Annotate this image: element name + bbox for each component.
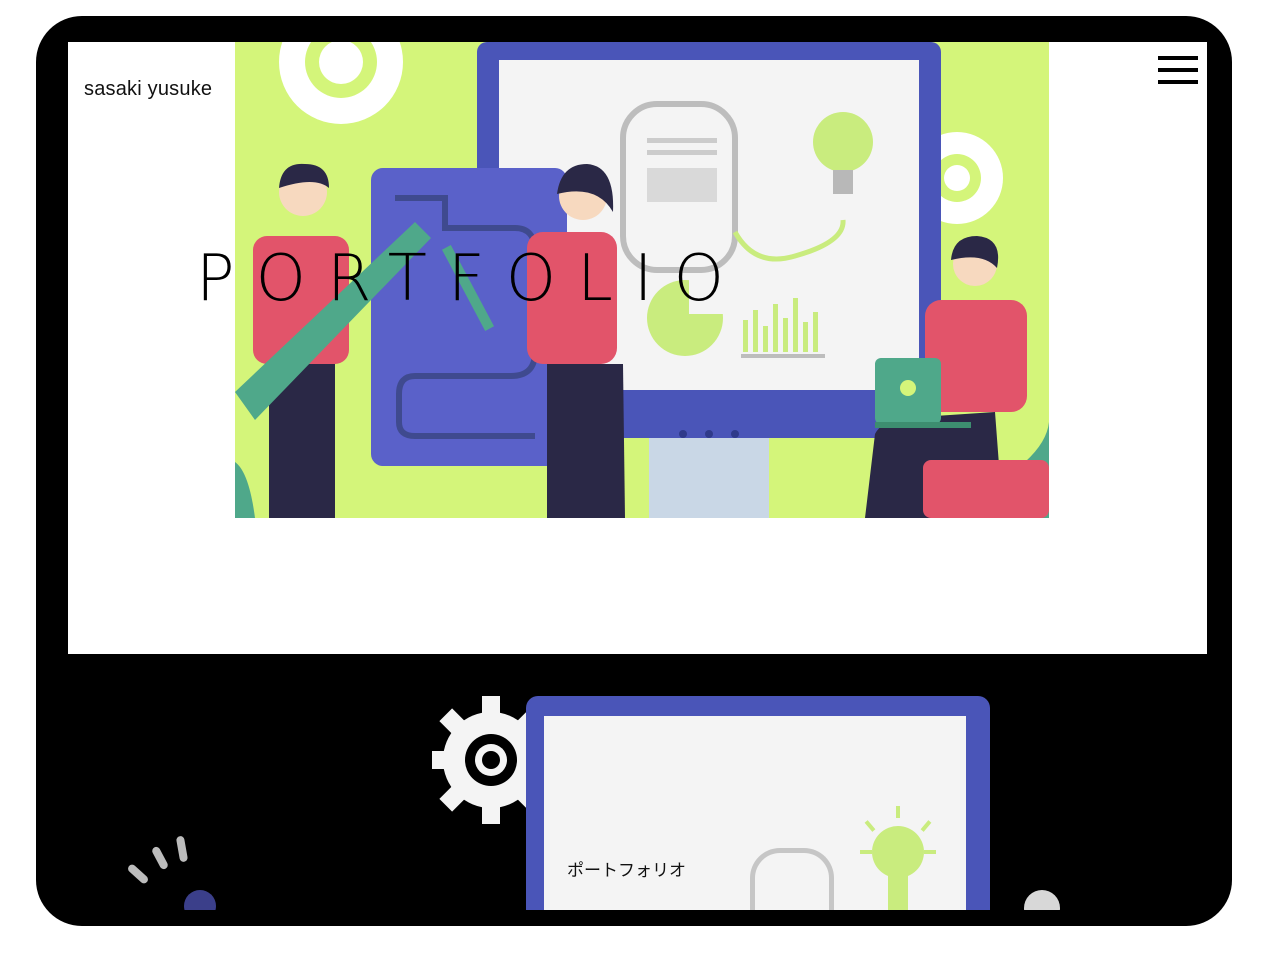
works-section: ポートフォリオ — [68, 654, 1207, 910]
hamburger-icon[interactable] — [1156, 52, 1200, 88]
decorative-dot — [184, 890, 216, 910]
screen: sasaki yusuke PORTFOLIO ポートフォリオ — [68, 42, 1207, 910]
hero-title: PORTFOLIO — [196, 242, 745, 316]
sparkle-icon — [128, 836, 188, 884]
thumbnail-label[interactable]: ポートフォリオ — [567, 856, 686, 881]
decorative-dot — [1024, 890, 1060, 910]
site-name[interactable]: sasaki yusuke — [84, 78, 212, 101]
light-bulb-icon — [860, 806, 936, 910]
device-frame: sasaki yusuke PORTFOLIO ポートフォリオ — [36, 16, 1232, 926]
